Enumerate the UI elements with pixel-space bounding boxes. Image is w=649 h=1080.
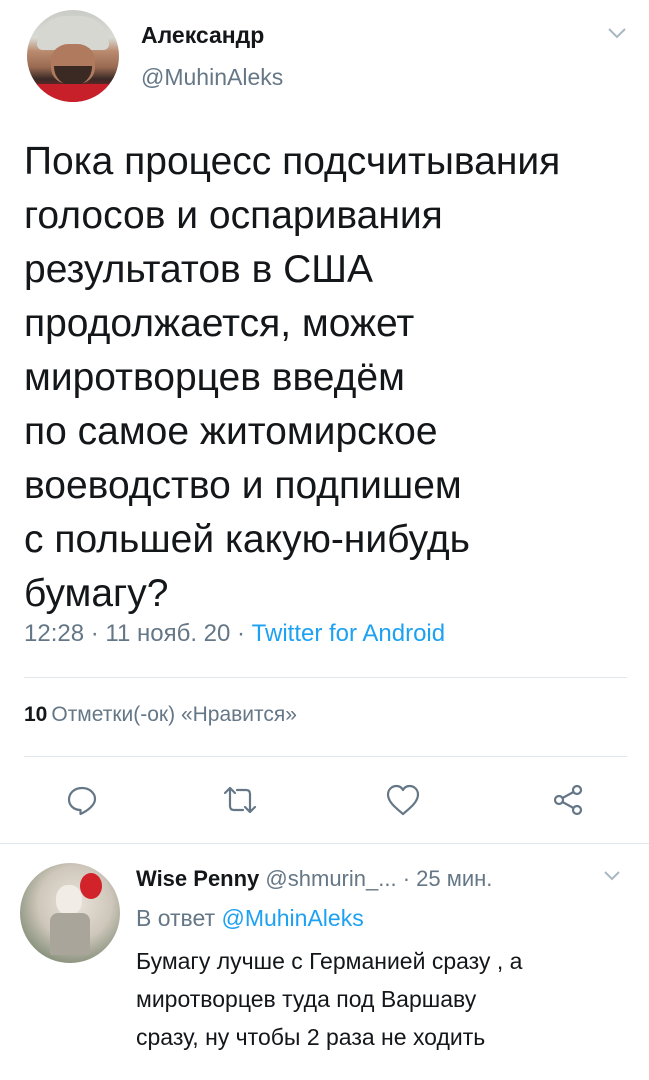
retweet-icon	[223, 786, 257, 814]
action-bar	[0, 778, 649, 822]
divider	[24, 677, 627, 678]
share-button[interactable]	[546, 778, 590, 822]
like-button[interactable]	[381, 778, 425, 822]
share-icon	[553, 784, 583, 816]
likes-label: Отметки(-ок) «Нравится»	[51, 703, 297, 726]
avatar-beard	[54, 66, 92, 86]
tweet-source-link[interactable]: Twitter for Android	[252, 620, 445, 647]
avatar-shirt	[27, 84, 119, 102]
reply-to-line: В ответ @MuhinAleks	[136, 905, 364, 932]
reply-author-name[interactable]: Wise Penny	[136, 866, 259, 891]
author-avatar[interactable]	[27, 10, 119, 102]
author-handle[interactable]: @MuhinAleks	[141, 64, 283, 91]
divider	[24, 756, 627, 757]
reply-to-prefix: В ответ	[136, 905, 222, 931]
reply-author-avatar[interactable]	[20, 863, 120, 963]
like-icon	[386, 784, 420, 816]
tweet-text: Пока процесс подсчитывания голосов и осп…	[24, 140, 561, 615]
reply-time: · 25 мин.	[396, 866, 493, 891]
tweet-time: 12:28 · 11 нояб. 20 ·	[24, 620, 252, 647]
chevron-down-icon[interactable]	[602, 869, 622, 883]
avatar-figure-head	[56, 885, 82, 915]
avatar-balloon	[80, 873, 102, 899]
retweet-button[interactable]	[218, 778, 262, 822]
chevron-down-icon[interactable]	[606, 25, 628, 41]
section-divider	[0, 843, 649, 844]
reply-button[interactable]	[60, 778, 104, 822]
reply-header: Wise Penny @shmurin_... · 25 мин.	[136, 866, 492, 892]
reply-author-handle[interactable]: @shmurin_...	[265, 866, 396, 891]
reply-to-handle-link[interactable]: @MuhinAleks	[221, 905, 363, 931]
likes-count: 10	[24, 703, 48, 726]
avatar-figure-body	[50, 913, 90, 955]
tweet-meta: 12:28 · 11 нояб. 20 · Twitter for Androi…	[24, 620, 445, 648]
reply-icon	[67, 786, 97, 816]
author-name[interactable]: Александр	[141, 22, 264, 49]
reply-text: Бумагу лучше с Германией сразу , а мирот…	[136, 948, 523, 1050]
likes-summary[interactable]: 10 Отметки(-ок) «Нравится»	[24, 703, 297, 727]
